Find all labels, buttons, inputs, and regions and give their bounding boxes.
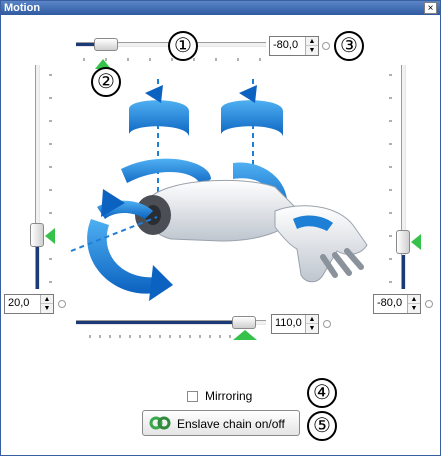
mirroring-checkbox[interactable] xyxy=(187,391,198,402)
left-spin-down-button[interactable]: ▼ xyxy=(41,304,53,313)
motion-window: Motion × -80,0 ▲ ▼ ① ② ③ 20,0 ▲ ▼ -80,0 … xyxy=(0,0,441,456)
left-value-text[interactable]: 20,0 xyxy=(8,297,42,309)
bottom-reset-circle-icon[interactable] xyxy=(323,320,331,328)
close-button[interactable]: × xyxy=(424,2,437,14)
title-bar: Motion × xyxy=(1,1,440,15)
bottom-slider-fill xyxy=(76,321,236,324)
left-spin-up-button[interactable]: ▲ xyxy=(41,295,53,304)
right-slider-ticks xyxy=(389,74,392,283)
callout-badge-1: ① xyxy=(168,31,198,61)
bottom-slider-thumb[interactable] xyxy=(232,316,256,329)
bottom-value-spinbox[interactable]: 110,0 ▲ ▼ xyxy=(271,314,319,334)
bottom-spin-down-button[interactable]: ▼ xyxy=(306,324,318,333)
enslave-chain-label: Enslave chain on/off xyxy=(177,417,285,431)
enslave-chain-button[interactable]: Enslave chain on/off xyxy=(142,410,300,436)
chain-link-icon xyxy=(149,416,171,430)
right-spin-up-button[interactable]: ▲ xyxy=(408,295,420,304)
right-spin-buttons: ▲ ▼ xyxy=(407,295,420,313)
bottom-value-text[interactable]: 110,0 xyxy=(275,317,307,329)
right-spin-down-button[interactable]: ▼ xyxy=(408,304,420,313)
left-value-spinbox[interactable]: 20,0 ▲ ▼ xyxy=(4,294,54,314)
right-slider-fill xyxy=(402,255,405,289)
top-spin-down-button[interactable]: ▼ xyxy=(306,46,318,55)
left-spin-buttons: ▲ ▼ xyxy=(40,295,53,313)
callout-badge-3: ③ xyxy=(334,31,364,61)
top-spin-up-button[interactable]: ▲ xyxy=(306,37,318,46)
top-value-text[interactable]: -80,0 xyxy=(273,39,307,51)
robot-arm-illustration xyxy=(70,79,368,301)
mirroring-label: Mirroring xyxy=(205,389,253,403)
callout-badge-5: ⑤ xyxy=(307,411,337,441)
right-value-text[interactable]: -80,0 xyxy=(377,297,409,309)
right-slider-thumb[interactable] xyxy=(396,230,410,254)
right-slider-marker-icon xyxy=(411,234,421,250)
bottom-spin-up-button[interactable]: ▲ xyxy=(306,315,318,324)
left-slider-thumb[interactable] xyxy=(30,223,44,247)
top-slider-thumb[interactable] xyxy=(94,38,118,51)
top-reset-circle-icon[interactable] xyxy=(322,42,330,50)
top-value-spinbox[interactable]: -80,0 ▲ ▼ xyxy=(269,36,319,56)
bottom-slider-ticks xyxy=(89,335,231,338)
left-slider-ticks xyxy=(49,74,52,283)
bottom-spin-buttons: ▲ ▼ xyxy=(305,315,318,333)
window-title: Motion xyxy=(4,2,41,14)
right-reset-circle-icon[interactable] xyxy=(425,300,433,308)
top-spin-buttons: ▲ ▼ xyxy=(305,37,318,55)
callout-badge-4: ④ xyxy=(307,378,337,408)
